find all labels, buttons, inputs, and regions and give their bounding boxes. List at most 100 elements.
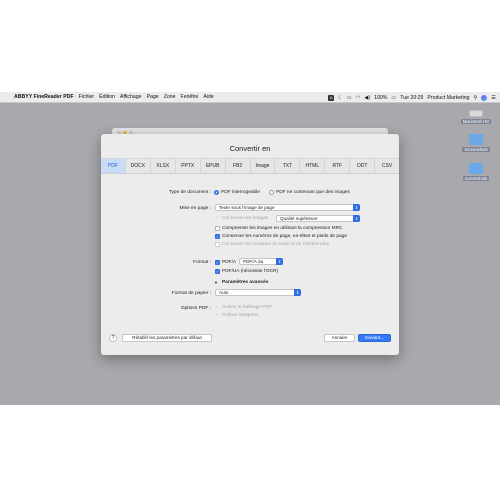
disclosure-triangle-icon: ▼	[214, 280, 218, 285]
tab-rtf[interactable]: RTF	[325, 159, 351, 173]
tab-epub[interactable]: EPUB	[201, 159, 226, 173]
tab-docx[interactable]: DOCX	[126, 159, 151, 173]
menu-fenetre[interactable]: Fenêtre	[181, 94, 199, 100]
moon-icon[interactable]: ☾	[338, 95, 343, 101]
folder-icon	[469, 134, 483, 145]
reset-defaults-button[interactable]: Rétablir les paramètres par défaut	[122, 334, 212, 342]
dialog-title: Convertir en	[229, 144, 271, 153]
paper-size-value: Auto	[219, 290, 229, 295]
menu-fichier[interactable]: Fichier	[79, 94, 95, 100]
tab-xlsx[interactable]: XLSX	[151, 159, 176, 173]
menu-edition[interactable]: Édition	[99, 94, 115, 100]
desktop-icon-label: Macintosh HD	[460, 119, 492, 124]
desktop: ABBYY FineReader PDF Fichier Édition Aff…	[0, 92, 500, 405]
desktop-icon-macintosh-hd[interactable]: Macintosh HD	[456, 107, 496, 124]
desktop-icon-screenshots-folder[interactable]: Screenshots	[456, 134, 496, 152]
chevron-updown-icon: ⇕	[276, 258, 283, 265]
doc-type-row: Type de document : PDF interrogeable PDF…	[101, 188, 399, 196]
user-name[interactable]: Product Marketing	[427, 95, 469, 101]
tab-pptx[interactable]: PPTX	[176, 159, 201, 173]
layout-select[interactable]: Texte sous l'image de page ⇕	[215, 204, 360, 211]
image-quality-select[interactable]: Qualité supérieure ⇕	[276, 215, 360, 222]
notification-center-icon[interactable]: ☰	[491, 95, 496, 101]
volume-icon[interactable]: ◀)	[364, 95, 370, 101]
format-tabs: PDF DOCX XLSX PPTX EPUB FB2 Image TXT HT…	[101, 158, 399, 174]
tab-pdf[interactable]: PDF	[101, 159, 126, 173]
pdfa-version-value: PDF/A-3a	[243, 259, 264, 264]
pdf-tagging-option[interactable]: ✓ Activer le balisage PDF	[215, 304, 272, 311]
doc-type-label: Type de document :	[168, 189, 211, 195]
desktop-icon-screenshots[interactable]: screenshots	[456, 163, 496, 181]
keep-images-option[interactable]: ✓ Conserver les images	[215, 215, 269, 222]
embedded-fonts-option[interactable]: ✓ Polices intégrées	[215, 312, 259, 319]
menu-zone[interactable]: Zone	[164, 94, 176, 100]
desktop-icon-label: screenshots	[462, 176, 490, 181]
radio-label: PDF interrogeable	[221, 189, 260, 195]
pdfa-version-select[interactable]: PDF/A-3a ⇕	[239, 258, 283, 265]
advanced-settings-label: Paramètres avancés	[221, 280, 269, 285]
pdfua-label: PDF/UA (nécessite l'OCR)	[222, 269, 279, 274]
paper-label: Format de papier :	[171, 290, 211, 296]
pdfua-option[interactable]: ✓ PDF/UA (nécessite l'OCR)	[215, 268, 278, 275]
radio-label: PDF ne contenant que des images	[276, 189, 350, 195]
keep-colors-option[interactable]: Conserver les couleurs du texte et de l'…	[215, 241, 329, 248]
battery-percent[interactable]: 100%	[374, 95, 387, 101]
tab-image[interactable]: Image	[251, 159, 276, 173]
pdf-options-label: Options PDF :	[180, 305, 211, 311]
checkbox-checked-icon: ✓	[215, 234, 220, 239]
battery-icon[interactable]: ▭	[391, 95, 396, 101]
keep-colors-label: Conserver les couleurs du texte et de l'…	[222, 242, 330, 247]
checkmark-disabled-icon: ✓	[215, 312, 220, 317]
menu-bar: ABBYY FineReader PDF Fichier Édition Aff…	[0, 92, 500, 103]
checkbox-disabled-icon	[215, 242, 220, 247]
menu-affichage[interactable]: Affichage	[120, 94, 142, 100]
pdfa-option[interactable]: ✓ PDF/A	[215, 258, 236, 266]
radio-on-icon	[214, 189, 219, 195]
chevron-updown-icon: ⇕	[353, 215, 360, 222]
folder-icon	[469, 163, 483, 174]
cancel-button[interactable]: Annuler	[324, 334, 355, 342]
checkmark-disabled-icon: ✓	[215, 304, 220, 309]
radio-off-icon	[269, 189, 274, 195]
airplay-icon[interactable]: ▭	[347, 95, 352, 101]
advanced-settings-toggle[interactable]: ▼ Paramètres avancés	[214, 279, 268, 286]
spotlight-icon[interactable]: ⚲	[474, 95, 478, 101]
chevron-updown-icon: ⇕	[294, 289, 301, 296]
pdf-tagging-label: Activer le balisage PDF	[222, 305, 272, 310]
radio-searchable-pdf[interactable]: PDF interrogeable	[214, 189, 260, 195]
mrc-label: Compresser les images en utilisant la co…	[222, 226, 343, 231]
chevron-updown-icon: ⇕	[353, 204, 360, 211]
menu-app-name[interactable]: ABBYY FineReader PDF	[14, 94, 74, 100]
keep-images-label: Conserver les images	[222, 216, 269, 221]
menu-aide[interactable]: Aide	[203, 94, 213, 100]
checkbox-checked-icon: ✓	[215, 269, 220, 274]
tab-odt[interactable]: ODT	[350, 159, 376, 173]
tab-html[interactable]: HTML	[300, 159, 326, 173]
mrc-option[interactable]: Compresser les images en utilisant la co…	[215, 225, 343, 232]
image-quality-value: Qualité supérieure	[280, 216, 318, 221]
checkmark-disabled-icon: ✓	[215, 215, 220, 220]
siri-icon[interactable]	[481, 94, 488, 101]
layout-select-value: Texte sous l'image de page	[219, 205, 275, 210]
wifi-icon[interactable]: ◠	[356, 95, 361, 101]
layout-label: Mise en page :	[179, 205, 211, 211]
desktop-icon-label: Screenshots	[462, 147, 490, 152]
menu-page[interactable]: Page	[147, 94, 159, 100]
paper-size-select[interactable]: Auto ⇕	[215, 289, 301, 296]
next-button[interactable]: Suivant...	[358, 334, 391, 342]
keep-page-numbers-option[interactable]: ✓ Conserver les numéros de page, en-tête…	[215, 233, 347, 240]
help-button[interactable]: ?	[109, 334, 117, 342]
tab-txt[interactable]: TXT	[275, 159, 301, 173]
tab-fb2[interactable]: FB2	[226, 159, 251, 173]
abbyy-status-icon[interactable]: A	[328, 94, 335, 101]
embedded-fonts-label: Polices intégrées	[222, 313, 259, 318]
hard-drive-icon	[469, 110, 483, 117]
radio-image-only-pdf[interactable]: PDF ne contenant que des images	[269, 189, 350, 195]
tab-csv[interactable]: CSV	[375, 159, 399, 173]
checkbox-unchecked-icon	[215, 226, 220, 231]
pdfa-label: PDF/A	[222, 259, 237, 265]
keep-page-numbers-label: Conserver les numéros de page, en-têtes …	[222, 234, 348, 239]
format-label: Format :	[193, 259, 211, 265]
convert-dialog: Convertir en PDF DOCX XLSX PPTX EPUB FB2…	[101, 134, 399, 355]
clock[interactable]: Tue 20:29	[400, 95, 423, 101]
